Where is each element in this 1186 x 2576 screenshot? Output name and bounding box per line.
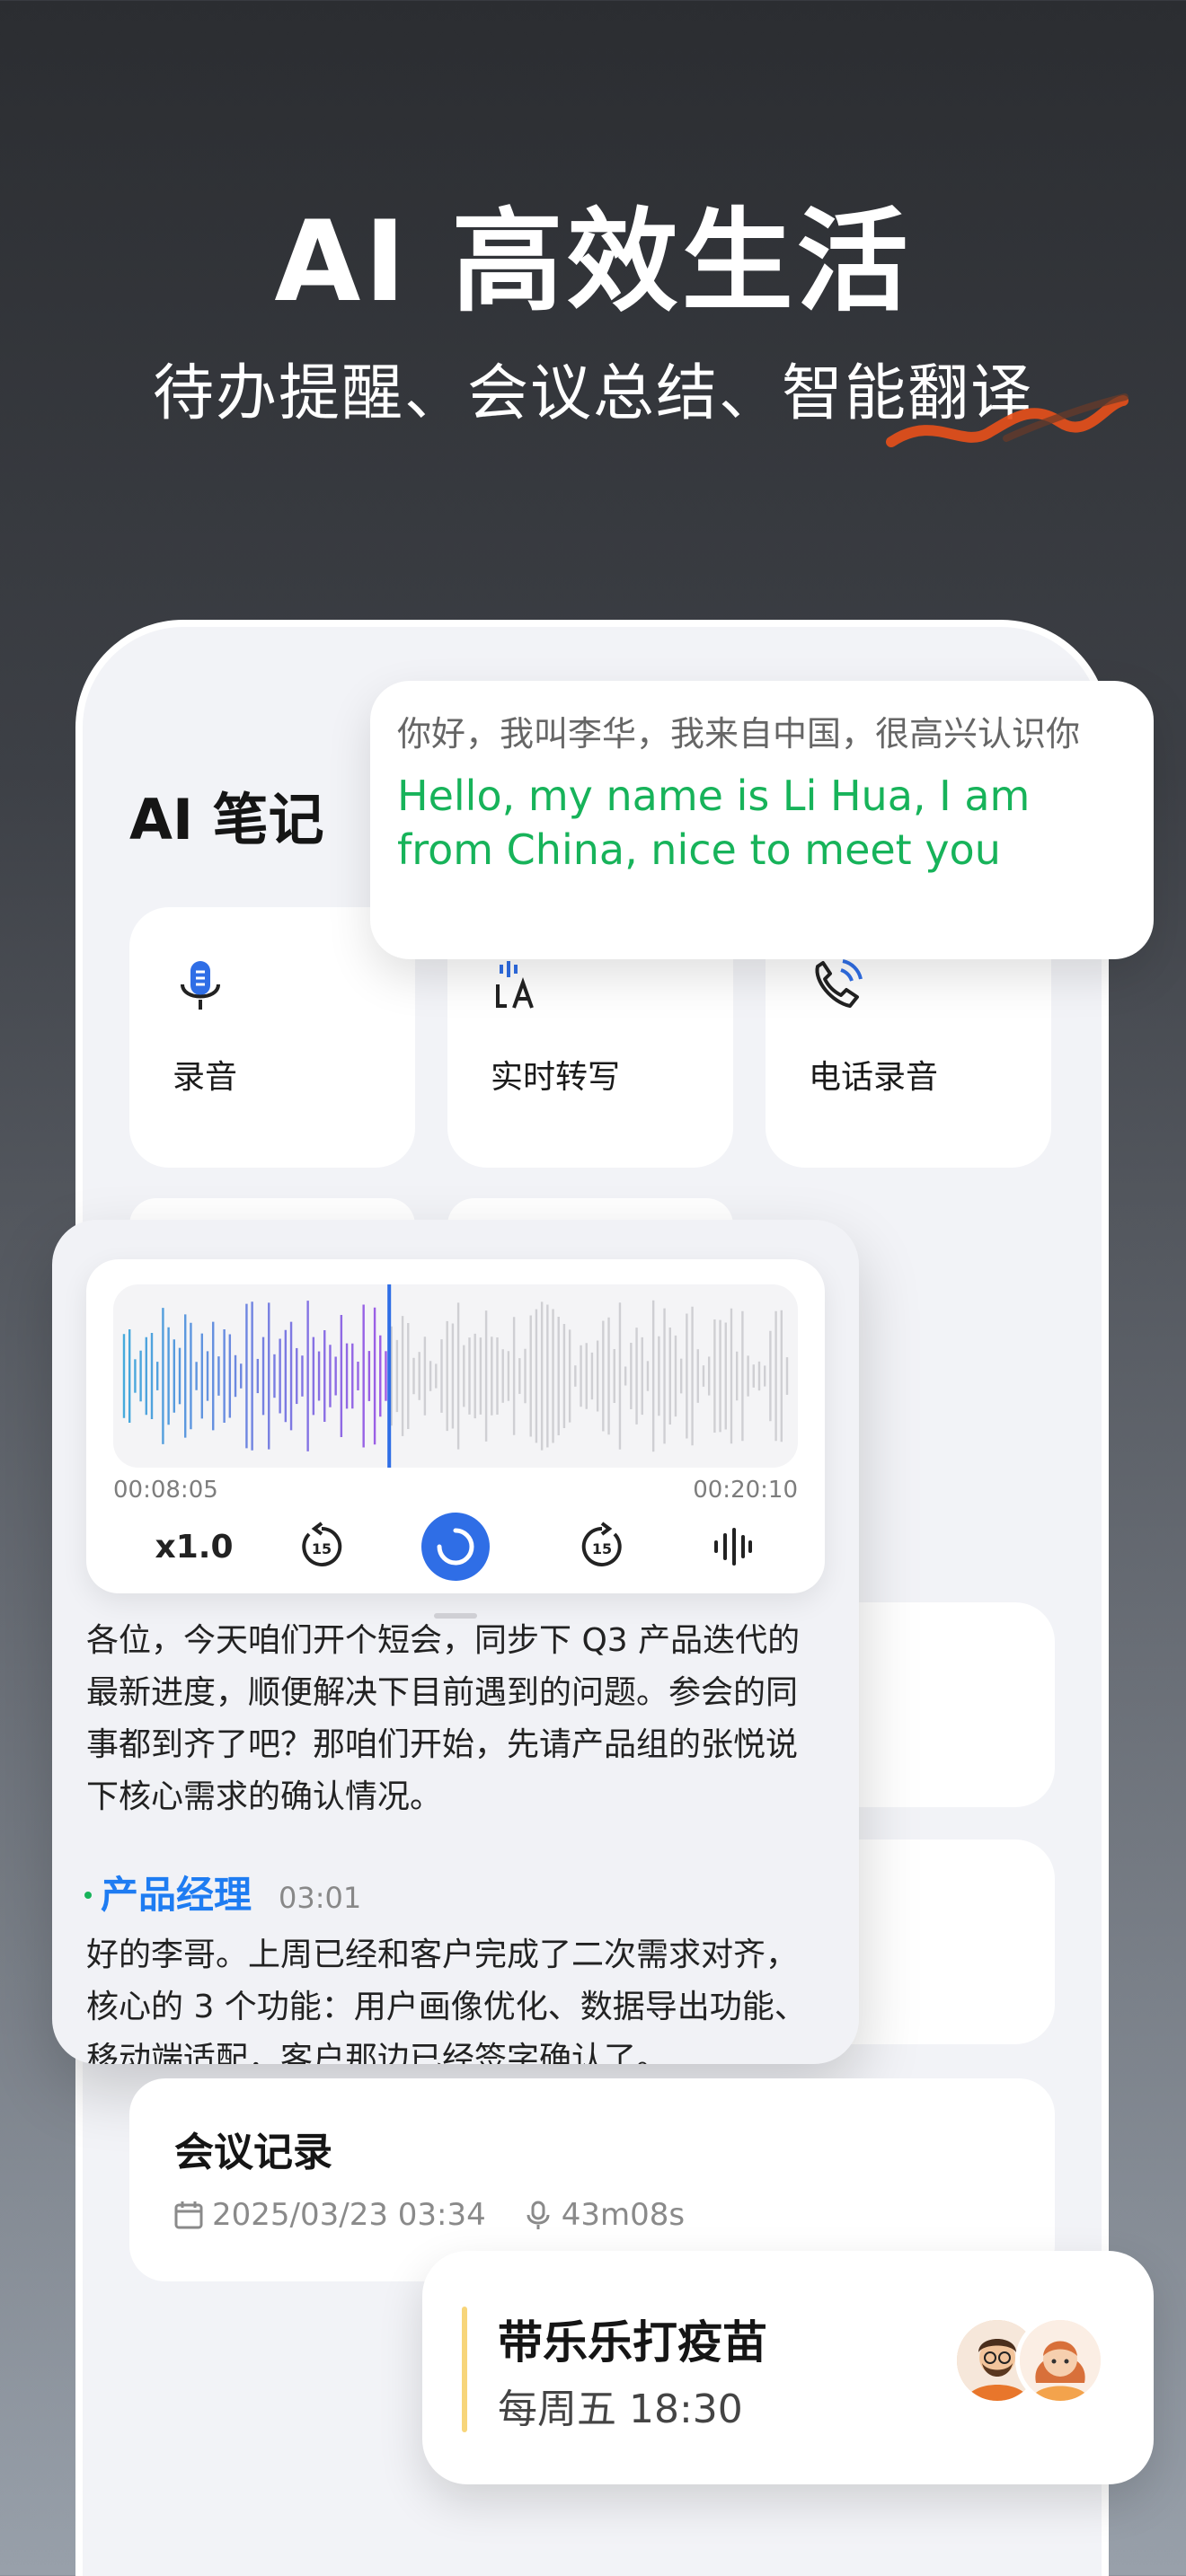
reminder-time: 每周五 18:30: [498, 2386, 743, 2432]
speaker-dot: [84, 1892, 92, 1899]
forward-15-button[interactable]: 15: [557, 1511, 647, 1583]
reminder-accent-bar: [462, 2307, 467, 2432]
recording-panel: 00:08:05 00:20:10 x1.0 15 15 各位，今天咱们开个短会…: [52, 1220, 859, 2064]
hero-title: AI 高效生活: [274, 198, 912, 327]
calendar-icon: [174, 2201, 203, 2229]
meeting-duration: 43m08s: [561, 2197, 686, 2233]
speaker-row: 产品经理 03:01: [84, 1865, 361, 1919]
audio-player: 00:08:05 00:20:10 x1.0 15 15: [86, 1259, 825, 1593]
loading-icon: [421, 1513, 490, 1581]
waveform[interactable]: [113, 1284, 798, 1468]
waveform-toggle-button[interactable]: [686, 1511, 776, 1583]
transcript-paragraph: 各位，今天咱们开个短会，同步下 Q3 产品迭代的最新进度，顺便解决下目前遇到的问…: [86, 1622, 801, 1815]
microphone-icon: [181, 961, 220, 1010]
rewind-icon: 15: [302, 1522, 342, 1566]
avatar-woman-icon: [1020, 2320, 1101, 2401]
play-pause-button[interactable]: [415, 1511, 496, 1583]
feature-label-phone-record: 电话录音: [809, 1059, 939, 1096]
current-time: 00:08:05: [113, 1477, 218, 1504]
svg-text:15: 15: [592, 1540, 612, 1557]
avatar: [1015, 2316, 1105, 2405]
translation-source-text: 你好，我叫李华，我来自中国，很高兴认识你: [397, 714, 1081, 754]
notes-title: AI 笔记: [129, 787, 324, 852]
total-time: 00:20:10: [693, 1477, 798, 1504]
meeting-date: 2025/03/23 03:34: [212, 2197, 486, 2233]
translation-bubble: 你好，我叫李华，我来自中国，很高兴认识你 Hello, my name is L…: [370, 681, 1154, 959]
speaker-timestamp: 03:01: [279, 1881, 362, 1915]
transcript-paragraph: 好的李哥。上周已经和客户完成了二次需求对齐，核心的 3 个功能：用户画像优化、数…: [86, 1936, 807, 2064]
reminder-title: 带乐乐打疫苗: [498, 2316, 767, 2369]
microphone-small-icon: [527, 2201, 550, 2229]
svg-text:15: 15: [312, 1540, 332, 1557]
phone-record-icon: [815, 959, 863, 1008]
soundwave-icon: [714, 1528, 752, 1566]
translation-target-text: Hello, my name is Li Hua, I am from Chin…: [397, 772, 1031, 874]
meeting-title: 会议记录: [174, 2130, 332, 2175]
feature-label-record: 录音: [173, 1059, 238, 1096]
speed-label: x1.0: [155, 1528, 234, 1566]
speed-button[interactable]: x1.0: [149, 1511, 239, 1583]
feature-label-transcribe: 实时转写: [491, 1059, 621, 1096]
playhead-cursor: [387, 1284, 392, 1468]
speaker-name: 产品经理: [101, 1873, 252, 1917]
brush-stroke-decoration: [886, 393, 1128, 447]
reminder-card[interactable]: 带乐乐打疫苗 每周五 18:30: [422, 2251, 1154, 2484]
transcribe-icon: [496, 961, 534, 1009]
waveform-graphic: [122, 1284, 789, 1468]
rewind-15-button[interactable]: 15: [277, 1511, 367, 1583]
forward-icon: 15: [581, 1522, 622, 1566]
meeting-meta: 2025/03/23 03:34 43m08s: [173, 2197, 685, 2233]
feature-card-record[interactable]: 录音: [129, 907, 415, 1168]
